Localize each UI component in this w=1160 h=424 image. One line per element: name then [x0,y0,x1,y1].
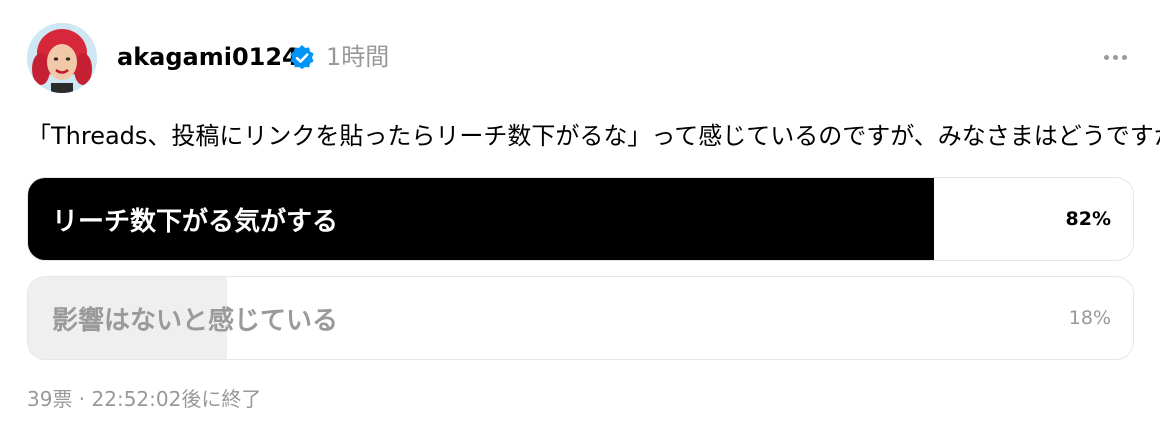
poll-option-1-label: リーチ数下がる気がする [52,206,339,237]
post-timestamp: 1時間 [326,43,390,71]
poll-footer: 39票 · 22:52:02後に終了 [27,387,262,411]
poll-option-1[interactable]: リーチ数下がる気がする 82% [27,177,1134,261]
poll-option-2-percent: 18% [1068,307,1111,329]
dot [1121,54,1127,60]
poll-option-1-percent: 82% [1065,208,1111,230]
more-options-icon[interactable] [1097,45,1133,69]
avatar[interactable] [27,23,97,93]
username-link[interactable]: akagami0124 [117,41,299,73]
verified-badge-icon [290,45,314,69]
dot [1103,54,1109,60]
poll-option-2-label: 影響はないと感じている [52,305,339,336]
poll-option-2[interactable]: 影響はないと感じている 18% [27,276,1134,360]
avatar-image [27,23,97,93]
dot [1112,54,1118,60]
post-text: 「Threads、投稿にリンクを貼ったらリーチ数下がるな」って感じているのですが… [27,122,1160,150]
